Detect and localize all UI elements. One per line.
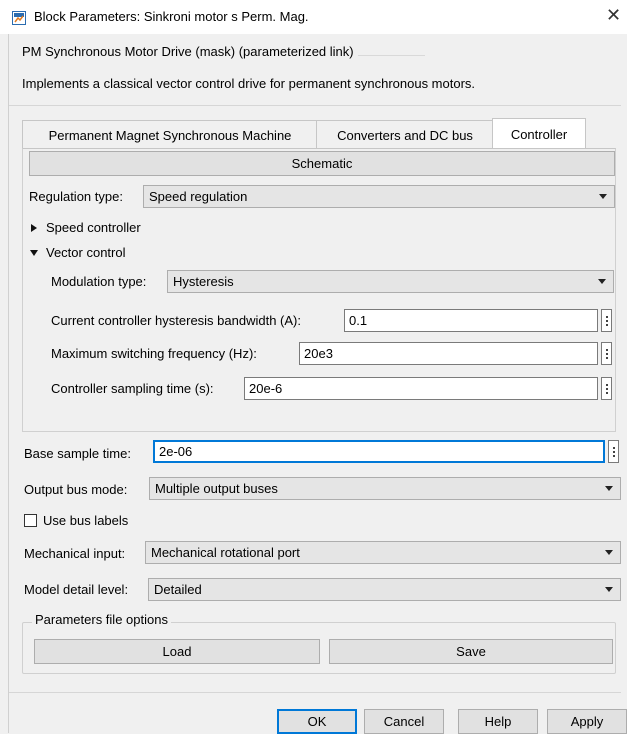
max-switching-frequency-input[interactable]: 20e3 <box>299 342 598 365</box>
mask-title: PM Synchronous Motor Drive (mask) (param… <box>22 44 358 59</box>
base-sample-time-label: Base sample time: <box>24 446 131 461</box>
tab-permanent-magnet-synchronous-machine[interactable]: Permanent Magnet Synchronous Machine <box>22 120 318 149</box>
model-detail-level-label: Model detail level: <box>24 582 129 597</box>
max-switching-frequency-value: 20e3 <box>304 346 333 361</box>
regulation-type-select[interactable]: Speed regulation <box>143 185 615 208</box>
model-detail-level-value: Detailed <box>154 582 202 597</box>
chevron-down-icon <box>605 486 613 491</box>
chevron-down-icon <box>599 194 607 199</box>
tab-label: Permanent Magnet Synchronous Machine <box>48 127 292 143</box>
window-title: Block Parameters: Sinkroni motor s Perm.… <box>34 9 309 24</box>
base-sample-time-input[interactable]: 2e-06 <box>153 440 605 463</box>
controller-sampling-time-value: 20e-6 <box>249 381 283 396</box>
use-bus-labels-checkbox[interactable] <box>24 514 37 527</box>
save-button[interactable]: Save <box>329 639 613 664</box>
modulation-type-value: Hysteresis <box>173 274 234 289</box>
save-button-label: Save <box>456 644 486 659</box>
load-button-label: Load <box>162 644 192 659</box>
ok-button[interactable]: OK <box>277 709 357 734</box>
mechanical-input-select[interactable]: Mechanical rotational port <box>145 541 621 564</box>
help-button-label: Help <box>484 714 512 729</box>
chevron-down-icon <box>598 279 606 284</box>
chevron-down-icon <box>605 587 613 592</box>
output-bus-mode-value: Multiple output buses <box>155 481 278 496</box>
regulation-type-label: Regulation type: <box>29 189 123 204</box>
help-button[interactable]: Help <box>458 709 538 734</box>
base-sample-time-value: 2e-06 <box>159 444 193 459</box>
window-left-border <box>8 34 9 733</box>
output-bus-mode-label: Output bus mode: <box>24 482 128 497</box>
tab-converters-and-dc-bus[interactable]: Converters and DC bus <box>316 120 494 149</box>
controller-sampling-time-label: Controller sampling time (s): <box>51 381 214 396</box>
parameters-file-options-legend: Parameters file options <box>32 612 171 627</box>
hysteresis-bandwidth-label: Current controller hysteresis bandwidth … <box>51 313 301 328</box>
cancel-button-label: Cancel <box>383 714 425 729</box>
model-detail-level-select[interactable]: Detailed <box>148 578 621 601</box>
footer-separator <box>9 692 621 693</box>
header-separator <box>9 105 621 106</box>
kebab-menu-icon[interactable] <box>601 377 612 400</box>
tab-label: Controller <box>510 127 568 142</box>
output-bus-mode-select[interactable]: Multiple output buses <box>149 477 621 500</box>
mechanical-input-value: Mechanical rotational port <box>151 545 300 560</box>
collapsed-triangle-icon[interactable] <box>31 224 37 232</box>
tab-label: Converters and DC bus <box>337 127 473 143</box>
cancel-button[interactable]: Cancel <box>364 709 444 734</box>
use-bus-labels-label: Use bus labels <box>43 513 129 528</box>
schematic-button-label: Schematic <box>291 156 353 171</box>
load-button[interactable]: Load <box>34 639 320 664</box>
modulation-type-label: Modulation type: <box>51 274 147 289</box>
modulation-type-select[interactable]: Hysteresis <box>167 270 614 293</box>
controller-sampling-time-input[interactable]: 20e-6 <box>244 377 598 400</box>
vector-control-section[interactable]: Vector control <box>46 245 126 260</box>
mask-description: Implements a classical vector control dr… <box>22 76 476 91</box>
max-switching-frequency-label: Maximum switching frequency (Hz): <box>51 346 257 361</box>
apply-button-label: Apply <box>570 714 604 729</box>
tab-controller[interactable]: Controller <box>492 118 586 150</box>
hysteresis-bandwidth-value: 0.1 <box>349 313 368 328</box>
expanded-triangle-icon[interactable] <box>30 250 38 256</box>
ok-button-label: OK <box>307 714 327 729</box>
speed-controller-section[interactable]: Speed controller <box>46 220 141 235</box>
simulink-block-icon <box>12 11 26 25</box>
kebab-menu-icon[interactable] <box>608 440 619 463</box>
kebab-menu-icon[interactable] <box>601 342 612 365</box>
mechanical-input-label: Mechanical input: <box>24 546 126 561</box>
regulation-type-value: Speed regulation <box>149 189 248 204</box>
chevron-down-icon <box>605 550 613 555</box>
close-icon[interactable]: ✕ <box>606 5 621 26</box>
kebab-menu-icon[interactable] <box>601 309 612 332</box>
schematic-button[interactable]: Schematic <box>29 151 615 176</box>
apply-button[interactable]: Apply <box>547 709 627 734</box>
hysteresis-bandwidth-input[interactable]: 0.1 <box>344 309 598 332</box>
